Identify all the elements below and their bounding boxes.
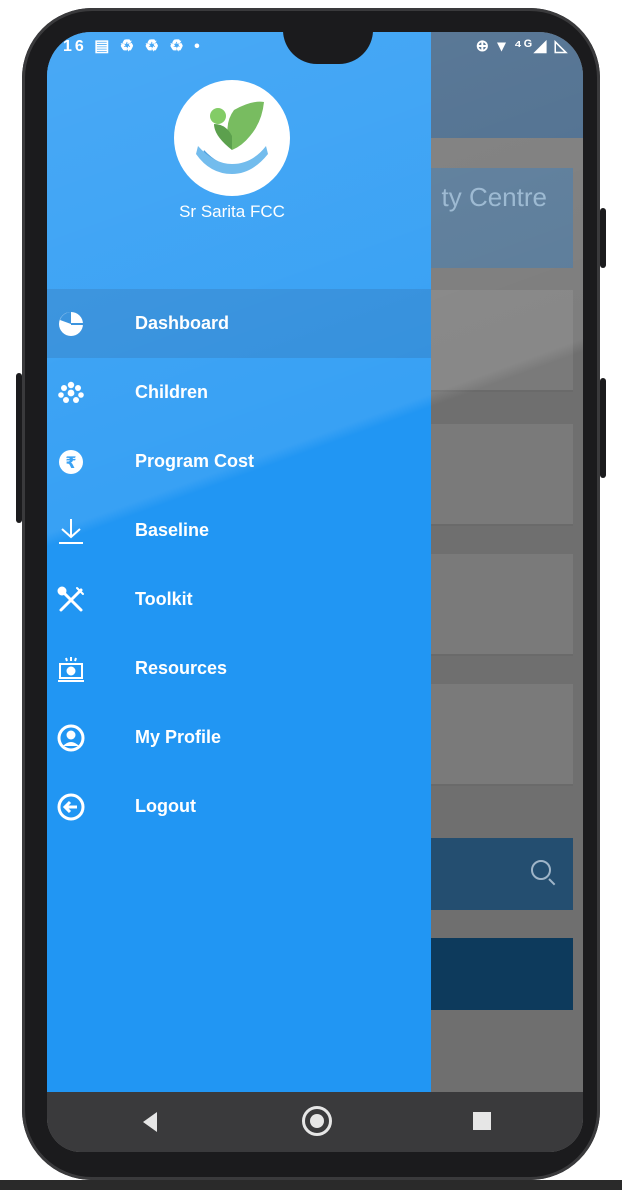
power-button [600, 378, 606, 478]
back-icon[interactable] [143, 1112, 157, 1132]
drawer-menu: Dashboard Children ₹ Program Cost Baseli… [47, 289, 431, 841]
app-logo [174, 80, 290, 196]
menu-item-logout[interactable]: Logout [47, 772, 431, 841]
bottom-border [0, 1180, 622, 1190]
drawer-user-name: Sr Sarita FCC [179, 202, 285, 221]
rupee-icon: ₹ [56, 447, 86, 477]
volume-button [16, 373, 22, 523]
menu-item-dashboard[interactable]: Dashboard [47, 289, 431, 358]
resources-icon [56, 654, 86, 684]
menu-label: Program Cost [135, 451, 255, 471]
recent-apps-icon[interactable] [473, 1112, 491, 1130]
svg-text:₹: ₹ [65, 453, 76, 472]
menu-label: Dashboard [135, 313, 230, 333]
menu-item-resources[interactable]: Resources [47, 634, 431, 703]
children-group-icon [56, 378, 86, 408]
menu-item-my-profile[interactable]: My Profile [47, 703, 431, 772]
pie-chart-icon [56, 309, 86, 339]
status-bar-left: 16 ▤ ♻ ♻ ♻ • [63, 38, 203, 55]
tools-icon [56, 585, 86, 615]
menu-item-children[interactable]: Children [47, 358, 431, 427]
profile-icon [56, 723, 86, 753]
menu-label: Baseline [135, 520, 210, 540]
system-nav-bar [47, 1092, 583, 1152]
navigation-drawer: Sr Sarita FCC Dashboard Children ₹ Progr… [47, 32, 431, 1092]
menu-label: Children [135, 382, 209, 402]
phone-screen: ty Centre Sr Sarita FCC Dashboard Childr… [47, 32, 583, 1152]
menu-item-program-cost[interactable]: ₹ Program Cost [47, 427, 431, 496]
status-bar-right: ⊕ ▾ ⁴ᴳ◢ ◺ [475, 38, 569, 55]
menu-item-baseline[interactable]: Baseline [47, 496, 431, 565]
logout-icon [56, 792, 86, 822]
menu-label: Logout [135, 796, 196, 816]
home-icon[interactable] [302, 1106, 332, 1136]
menu-label: Toolkit [135, 589, 193, 609]
menu-item-toolkit[interactable]: Toolkit [47, 565, 431, 634]
menu-label: Resources [135, 658, 228, 678]
menu-label: My Profile [135, 727, 222, 747]
search-icon [531, 860, 551, 880]
download-icon [56, 516, 86, 546]
side-button-top [600, 208, 606, 268]
